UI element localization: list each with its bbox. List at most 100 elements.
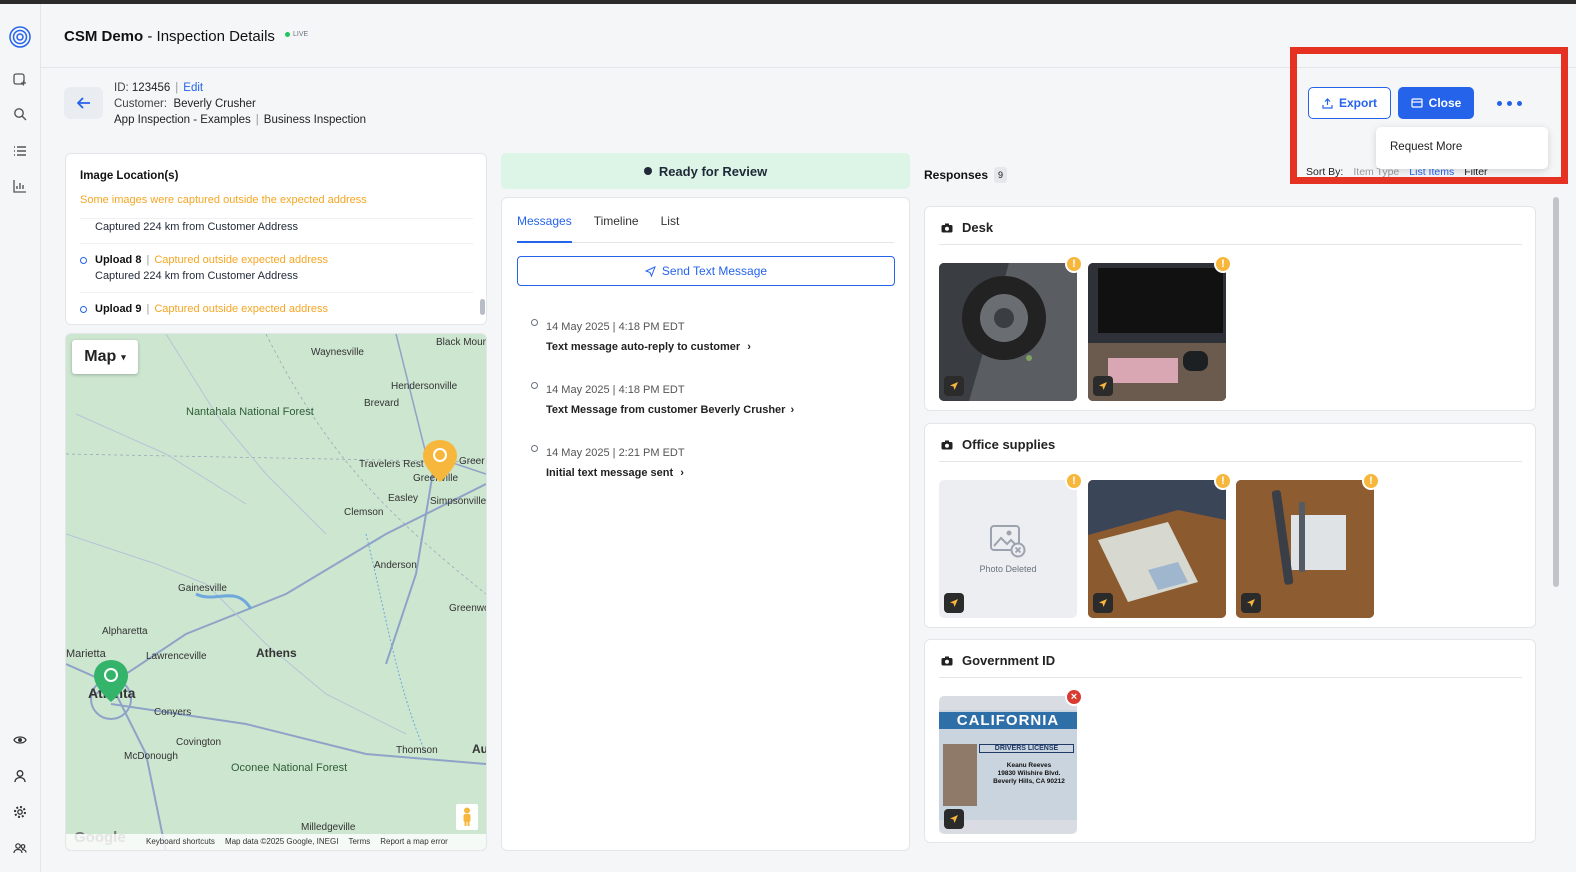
responses-count-badge: 9 — [994, 167, 1008, 183]
send-text-message-button[interactable]: Send Text Message — [517, 256, 895, 286]
template-name: App Inspection - Examples — [114, 114, 251, 126]
map-footer: Keyboard shortcuts Map data ©2025 Google… — [66, 834, 486, 850]
chevron-right-icon: › — [790, 404, 795, 416]
title-separator: - — [143, 28, 157, 45]
upload-status: Captured outside expected address — [154, 254, 328, 266]
green-map-pin-icon[interactable] — [92, 658, 130, 704]
location-arrow-icon — [1093, 593, 1113, 613]
left-nav-rail — [0, 4, 41, 872]
edit-link[interactable]: Edit — [183, 82, 203, 94]
live-label: LIVE — [293, 31, 309, 38]
photo-thumbnail[interactable] — [1088, 480, 1226, 618]
gear-icon[interactable] — [11, 803, 29, 821]
license-name: Keanu Reeves — [1006, 762, 1052, 769]
photo-thumbnail[interactable] — [1236, 480, 1374, 618]
section-divider — [939, 244, 1522, 245]
section-divider — [939, 677, 1522, 678]
team-icon[interactable] — [11, 839, 29, 857]
id-value: 123456 — [131, 82, 171, 94]
message-date: 14 May 2025 | 4:18 PM EDT — [546, 384, 685, 396]
license-address-line1: 19830 Wilshire Blvd. — [997, 770, 1061, 777]
location-detail: Captured 224 km from Customer Address — [95, 221, 298, 233]
message-text: Text message auto-reply to customer › — [546, 341, 751, 353]
upload-name: Upload 9 — [95, 303, 142, 315]
message-text: Text Message from customer Beverly Crush… — [546, 404, 795, 416]
map-type-button[interactable]: Map ▾ — [72, 340, 138, 374]
location-dot-icon — [80, 306, 87, 313]
drivers-license-thumbnail[interactable]: CALIFORNIA DRIVERS LICENSE Keanu Reeves … — [939, 696, 1077, 834]
terms-link[interactable]: Terms — [348, 837, 370, 850]
map-label: Milledgeville — [301, 822, 356, 833]
keyboard-shortcuts-link[interactable]: Keyboard shortcuts — [146, 837, 215, 850]
map-label: Covington — [176, 737, 222, 748]
request-more-menu-item[interactable]: Request More — [1390, 141, 1534, 153]
map-label: Thomson — [396, 745, 438, 756]
upload-name: Upload 8 — [95, 254, 142, 266]
chevron-right-icon: › — [680, 467, 684, 479]
chart-icon[interactable] — [11, 177, 29, 195]
map-label: Black Mountain — [436, 337, 487, 348]
response-section-office-supplies: Office supplies Photo Deleted ! ! ! — [924, 423, 1536, 628]
tab-timeline[interactable]: Timeline — [594, 214, 639, 243]
camera-icon — [941, 223, 953, 232]
location-arrow-icon — [1093, 376, 1113, 396]
message-date: 14 May 2025 | 4:18 PM EDT — [546, 321, 685, 333]
location-scrollbar[interactable] — [480, 299, 485, 315]
upload-status: Captured outside expected address — [154, 303, 328, 315]
tab-messages[interactable]: Messages — [517, 214, 572, 243]
location-dot-icon — [80, 257, 87, 264]
orange-map-pin-icon[interactable] — [421, 438, 459, 484]
timeline-dot-icon — [531, 319, 538, 326]
arrow-left-icon — [76, 97, 90, 109]
logo-icon[interactable] — [9, 26, 31, 48]
license-type: DRIVERS LICENSE — [979, 744, 1074, 753]
location-detail: Captured 224 km from Customer Address — [95, 270, 298, 282]
user-icon[interactable] — [11, 767, 29, 785]
tab-list[interactable]: List — [661, 214, 680, 243]
deleted-photo-placeholder[interactable]: Photo Deleted — [939, 480, 1077, 618]
search-icon[interactable] — [11, 105, 29, 123]
map-label: Gainesville — [178, 583, 227, 594]
location-list[interactable]: Captured 224 km from Customer Address Up… — [80, 218, 473, 316]
message-tabs: Messages Timeline List — [517, 214, 894, 243]
back-button[interactable] — [64, 87, 103, 119]
warning-badge: ! — [1065, 472, 1083, 490]
map-label: Hendersonville — [391, 381, 458, 392]
message-text: Initial text message sent › — [546, 467, 684, 479]
responses-scrollbar[interactable] — [1553, 197, 1559, 587]
street-view-pegman-icon[interactable] — [456, 804, 478, 830]
map-label: Simpsonville — [430, 496, 487, 507]
send-label: Send Text Message — [661, 264, 768, 278]
warning-badge: ! — [1065, 255, 1083, 273]
section-title: Desk — [941, 220, 993, 235]
live-dot-icon — [285, 32, 290, 37]
map-label: Oconee National Forest — [231, 762, 348, 774]
photo-thumbnail[interactable] — [1088, 263, 1226, 401]
map-label: Waynesville — [311, 347, 364, 358]
list-icon[interactable] — [11, 142, 29, 160]
close-button[interactable]: Close — [1398, 87, 1474, 119]
map-label: Anderson — [374, 560, 417, 571]
responses-title: Responses — [924, 168, 989, 182]
export-button[interactable]: Export — [1308, 87, 1391, 119]
map-view[interactable]: Map ▾ Waynesville Black Mountain Henderso… — [65, 333, 487, 851]
map-label: Brevard — [364, 398, 400, 409]
map-label: Conyers — [154, 707, 192, 718]
new-inspection-icon[interactable] — [11, 71, 29, 89]
photo-thumbnail[interactable] — [939, 263, 1077, 401]
close-inspection-icon — [1411, 97, 1423, 108]
inspection-category: Business Inspection — [263, 114, 367, 126]
status-dot-icon — [643, 167, 652, 175]
section-title: Office supplies — [941, 437, 1055, 452]
live-badge: LIVE — [285, 31, 308, 38]
photo-deleted-label: Photo Deleted — [979, 564, 1037, 574]
warning-badge: ! — [1214, 255, 1232, 273]
eye-icon[interactable] — [11, 731, 29, 749]
section-title: Government ID — [941, 653, 1055, 668]
page-title: CSM Demo - Inspection Details — [64, 28, 275, 45]
caret-down-icon: ▾ — [121, 351, 126, 362]
id-label: ID: — [114, 82, 129, 94]
map-label: Lawrenceville — [146, 651, 207, 662]
more-options-button[interactable] — [1492, 94, 1526, 112]
report-map-error-link[interactable]: Report a map error — [380, 837, 448, 850]
